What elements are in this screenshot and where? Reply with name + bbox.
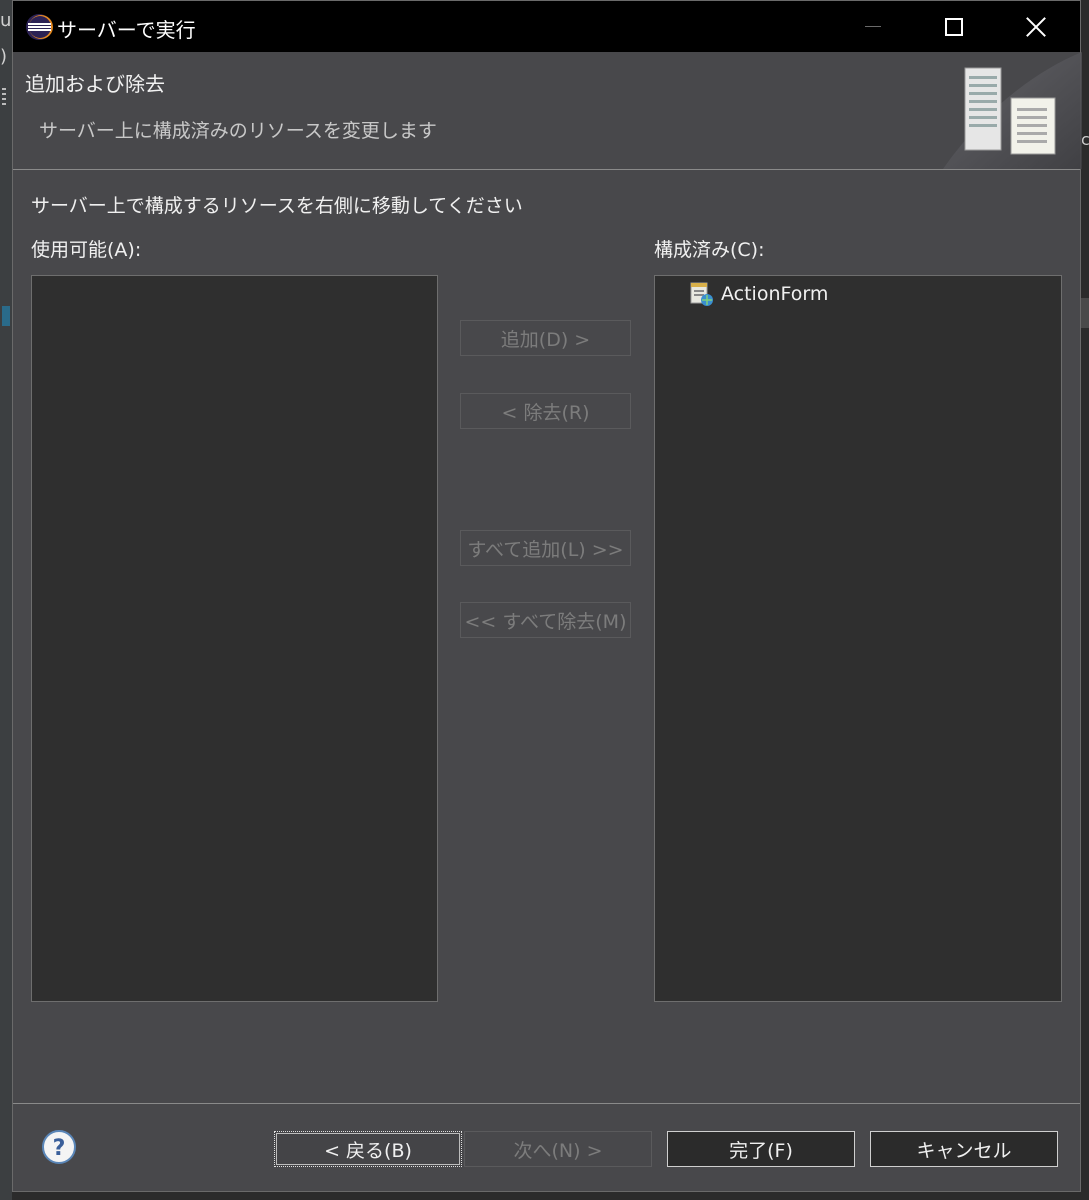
finish-button[interactable]: 完了(F) [667,1131,855,1167]
background-window: u ) [0,0,12,1200]
configured-list-label: 構成済み(C): [654,239,765,261]
configured-resources-list[interactable]: ActionForm [654,275,1062,1002]
background-text-fragment: ) [0,46,8,67]
web-module-icon [690,282,713,306]
maximize-icon [945,17,963,36]
close-button[interactable] [996,1,1076,52]
page-title: 追加および除去 [25,72,165,96]
add-all-button[interactable]: すべて追加(L) >> [460,530,631,566]
add-button[interactable]: 追加(D) > [460,320,631,356]
list-item-label: ActionForm [721,283,829,305]
background-text-fragment: u [0,10,12,31]
cancel-button[interactable]: キャンセル [870,1131,1058,1167]
background-selection [2,306,10,326]
close-icon [1026,17,1046,37]
instruction-text: サーバー上で構成するリソースを右側に移動してください [31,195,523,217]
maximize-button[interactable] [914,1,994,52]
page-description: サーバー上に構成済みのリソースを変更します [39,120,437,142]
run-on-server-dialog: サーバーで実行 追加および除去 サーバー上に構成済みのリソースを変更します サー… [12,0,1082,1192]
next-button[interactable]: 次へ(N) > [464,1131,652,1167]
server-banner-icon [943,52,1082,169]
background-panel [1081,298,1089,328]
minimize-icon [865,26,881,27]
window-title: サーバーで実行 [57,18,196,42]
toolbar-grip [2,88,6,108]
background-text-fragment: c [1081,130,1089,149]
list-item[interactable]: ActionForm [689,280,828,308]
minimize-button[interactable] [833,1,913,52]
wizard-header: 追加および除去 サーバー上に構成済みのリソースを変更します [13,52,1082,170]
svg-text:?: ? [53,1136,66,1161]
available-list-label: 使用可能(A): [31,239,142,261]
title-bar: サーバーで実行 [13,1,1080,52]
eclipse-icon [26,14,53,40]
available-resources-list[interactable] [31,275,438,1002]
back-button[interactable]: < 戻る(B) [274,1131,462,1167]
remove-button[interactable]: < 除去(R) [460,393,631,429]
remove-all-button[interactable]: << すべて除去(M) [460,602,631,638]
footer-divider [13,1103,1080,1104]
help-icon[interactable]: ? [41,1129,77,1165]
